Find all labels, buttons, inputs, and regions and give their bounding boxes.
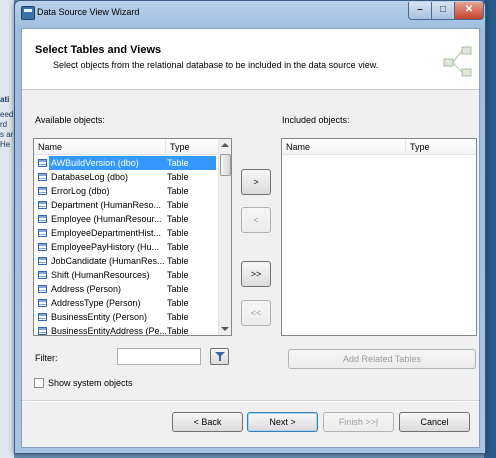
background-fragment: rd bbox=[0, 120, 8, 129]
table-row[interactable]: AddressType (Person) Table bbox=[34, 296, 216, 310]
footer-separator bbox=[22, 400, 479, 402]
row-name: JobCandidate (HumanRes... bbox=[51, 256, 165, 266]
filter-funnel-icon bbox=[215, 352, 225, 361]
row-type: Table bbox=[166, 156, 216, 170]
table-icon bbox=[38, 327, 47, 335]
table-row[interactable]: Address (Person) Table bbox=[34, 282, 216, 296]
row-type: Table bbox=[167, 284, 189, 294]
row-type: Table bbox=[167, 186, 189, 196]
app-icon bbox=[21, 6, 35, 20]
row-name: AWBuildVersion (dbo) bbox=[49, 156, 166, 170]
row-type: Table bbox=[167, 312, 189, 322]
table-icon bbox=[38, 229, 47, 237]
included-name-column-header[interactable]: Name bbox=[282, 139, 406, 155]
row-type: Table bbox=[167, 214, 189, 224]
page-title: Select Tables and Views bbox=[35, 44, 162, 56]
scroll-up-icon[interactable] bbox=[221, 143, 229, 147]
row-type: Table bbox=[167, 242, 189, 252]
table-row[interactable]: ErrorLog (dbo) Table bbox=[34, 184, 216, 198]
row-name: EmployeePayHistory (Hu... bbox=[51, 242, 160, 252]
background-app-panel: ati eed rd s ar He bbox=[0, 0, 14, 458]
row-name: BusinessEntity (Person) bbox=[51, 312, 148, 322]
table-row[interactable]: EmployeePayHistory (Hu... Table bbox=[34, 240, 216, 254]
available-type-column-header[interactable]: Type bbox=[166, 139, 219, 155]
table-row[interactable]: Department (HumanReso... Table bbox=[34, 198, 216, 212]
table-icon bbox=[38, 257, 47, 265]
table-row[interactable]: Employee (HumanResour... Table bbox=[34, 212, 216, 226]
table-icon bbox=[38, 215, 47, 223]
remove-selected-button[interactable]: < bbox=[241, 207, 271, 233]
table-row[interactable]: BusinessEntityAddress (Pe... Table bbox=[34, 324, 216, 336]
filter-button[interactable] bbox=[210, 348, 229, 365]
row-name: DatabaseLog (dbo) bbox=[51, 172, 129, 182]
row-type: Table bbox=[167, 326, 189, 336]
row-type: Table bbox=[167, 256, 189, 266]
row-name: Shift (HumanResources) bbox=[51, 270, 150, 280]
included-objects-label: Included objects: bbox=[282, 115, 350, 125]
row-name: Department (HumanReso... bbox=[51, 200, 162, 210]
table-icon bbox=[38, 285, 47, 293]
next-button[interactable]: Next > bbox=[247, 412, 318, 432]
included-type-column-header[interactable]: Type bbox=[406, 139, 476, 155]
table-icon bbox=[38, 201, 47, 209]
row-name: AddressType (Person) bbox=[51, 298, 141, 308]
table-row[interactable]: DatabaseLog (dbo) Table bbox=[34, 170, 216, 184]
row-type: Table bbox=[167, 270, 189, 280]
available-list-scrollbar[interactable] bbox=[218, 139, 231, 335]
title-bar[interactable]: Data Source View Wizard – □ ✕ bbox=[15, 1, 485, 25]
table-icon bbox=[38, 271, 47, 279]
wizard-client-area: Select Tables and Views Select objects f… bbox=[21, 28, 480, 448]
table-icon bbox=[38, 187, 47, 195]
add-all-button[interactable]: >> bbox=[241, 261, 271, 287]
table-row[interactable]: AWBuildVersion (dbo) Table bbox=[34, 156, 216, 170]
row-name: BusinessEntityAddress (Pe... bbox=[51, 326, 166, 336]
background-fragment: ati bbox=[0, 95, 10, 104]
row-type: Table bbox=[167, 200, 189, 210]
finish-button[interactable]: Finish >>| bbox=[323, 412, 394, 432]
table-row[interactable]: BusinessEntity (Person) Table bbox=[34, 310, 216, 324]
close-button[interactable]: ✕ bbox=[454, 2, 484, 20]
wizard-header: Select Tables and Views Select objects f… bbox=[22, 29, 479, 90]
row-type: Table bbox=[167, 298, 189, 308]
show-system-objects-checkbox[interactable] bbox=[34, 378, 44, 388]
background-fragment: eed bbox=[0, 110, 14, 119]
row-name: Address (Person) bbox=[51, 284, 122, 294]
background-fragment: He bbox=[0, 140, 11, 149]
maximize-button[interactable]: □ bbox=[431, 2, 455, 20]
table-icon bbox=[38, 173, 47, 181]
wizard-graphic-icon bbox=[443, 46, 472, 77]
cancel-button[interactable]: Cancel bbox=[399, 412, 470, 432]
row-name: ErrorLog (dbo) bbox=[51, 186, 110, 196]
remove-all-button[interactable]: << bbox=[241, 300, 271, 326]
table-icon bbox=[38, 159, 47, 167]
table-icon bbox=[38, 299, 47, 307]
table-icon bbox=[38, 243, 47, 251]
available-objects-label: Available objects: bbox=[35, 115, 105, 125]
wizard-window: Data Source View Wizard – □ ✕ Select Tab… bbox=[14, 0, 486, 454]
filter-input[interactable] bbox=[117, 348, 201, 365]
table-row[interactable]: Shift (HumanResources) Table bbox=[34, 268, 216, 282]
window-title: Data Source View Wizard bbox=[37, 7, 140, 17]
add-related-tables-button[interactable]: Add Related Tables bbox=[288, 349, 476, 369]
scroll-thumb[interactable] bbox=[220, 154, 231, 176]
minimize-button[interactable]: – bbox=[408, 2, 432, 20]
row-type: Table bbox=[167, 172, 189, 182]
scroll-down-icon[interactable] bbox=[221, 327, 229, 331]
available-name-column-header[interactable]: Name bbox=[34, 139, 166, 155]
filter-label: Filter: bbox=[35, 353, 58, 363]
table-row[interactable]: JobCandidate (HumanRes... Table bbox=[34, 254, 216, 268]
back-button[interactable]: < Back bbox=[172, 412, 243, 432]
page-subtitle: Select objects from the relational datab… bbox=[53, 60, 379, 70]
add-selected-button[interactable]: > bbox=[241, 169, 271, 195]
table-row[interactable]: EmployeeDepartmentHist... Table bbox=[34, 226, 216, 240]
row-name: EmployeeDepartmentHist... bbox=[51, 228, 162, 238]
table-icon bbox=[38, 313, 47, 321]
available-objects-list[interactable]: Name Type AWBuildVersion (dbo) Table Datab… bbox=[33, 138, 232, 336]
background-fragment: s ar bbox=[0, 130, 14, 139]
row-type: Table bbox=[167, 228, 189, 238]
show-system-objects-label: Show system objects bbox=[48, 378, 133, 388]
row-name: Employee (HumanResour... bbox=[51, 214, 162, 224]
included-objects-list[interactable]: Name Type bbox=[281, 138, 477, 336]
